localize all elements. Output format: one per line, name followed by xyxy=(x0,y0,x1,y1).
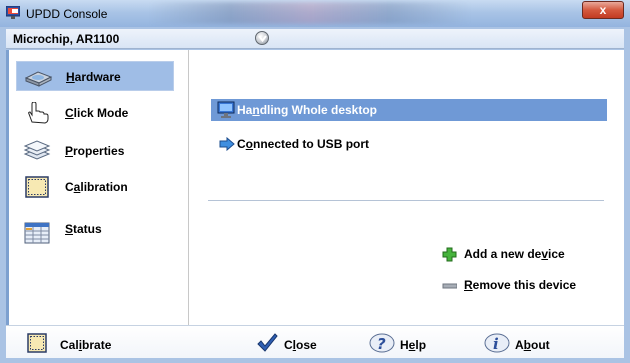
svg-text:?: ? xyxy=(377,335,386,353)
help-button[interactable]: ? Help xyxy=(369,331,449,355)
sidebar-item-click-mode[interactable]: Click Mode xyxy=(16,98,174,128)
minus-icon xyxy=(442,283,457,289)
calibrate-button[interactable]: Calibrate xyxy=(27,331,137,355)
chevron-down-icon[interactable] xyxy=(255,31,269,45)
sidebar-item-label: Calibration xyxy=(65,180,128,194)
desktop-mapping-row[interactable]: Handling Whole desktop xyxy=(211,99,607,121)
help-icon: ? xyxy=(369,333,395,353)
svg-text:i: i xyxy=(493,335,499,353)
window: UPDD Console x Microchip, AR1100 Hardwar… xyxy=(0,0,630,363)
title-bar-blur xyxy=(150,2,470,24)
checkmark-icon xyxy=(257,333,278,352)
device-selector[interactable]: Microchip, AR1100 xyxy=(6,29,624,49)
close-label: Close xyxy=(284,338,317,352)
calibrate-label: Calibrate xyxy=(60,338,112,352)
remove-device-label: Remove this device xyxy=(464,278,577,292)
about-label: About xyxy=(515,338,550,352)
info-icon: i xyxy=(484,333,510,353)
sidebar: Hardware Click Mode Properties Calibrati… xyxy=(6,50,189,325)
usb-port-label: Connected to USB port xyxy=(237,137,370,151)
sidebar-item-properties[interactable]: Properties xyxy=(16,136,174,166)
about-button[interactable]: i About xyxy=(484,331,564,355)
close-icon: x xyxy=(599,3,607,17)
hardware-pane: Handling Whole desktop Connected to USB … xyxy=(190,50,624,325)
sidebar-item-label: Status xyxy=(65,222,102,236)
sidebar-item-status[interactable]: Status xyxy=(16,218,174,248)
calibration-icon xyxy=(25,176,49,198)
sidebar-item-label: Click Mode xyxy=(65,106,129,120)
plus-icon xyxy=(442,247,457,262)
sidebar-item-calibration[interactable]: Calibration xyxy=(16,172,174,202)
hardware-icon xyxy=(24,71,53,87)
usb-port-row[interactable]: Connected to USB port xyxy=(211,134,511,154)
close-window-button[interactable]: x xyxy=(582,1,624,19)
sidebar-item-label: Properties xyxy=(65,144,125,158)
status-grid-icon xyxy=(24,222,50,244)
help-label: Help xyxy=(400,338,427,352)
sidebar-edge xyxy=(6,50,9,325)
close-button[interactable]: Close xyxy=(256,331,346,355)
hand-pointer-icon xyxy=(28,102,49,124)
calibration-icon xyxy=(27,333,47,353)
title-bar[interactable]: UPDD Console x xyxy=(0,0,630,27)
monitor-icon xyxy=(217,101,235,118)
device-name: Microchip, AR1100 xyxy=(13,32,120,46)
sidebar-item-label: Hardware xyxy=(66,70,121,84)
bottom-toolbar: Calibrate Close ? Help i About xyxy=(6,325,624,358)
content-panel: Hardware Click Mode Properties Calibrati… xyxy=(6,50,624,325)
divider xyxy=(208,200,604,201)
app-icon xyxy=(6,6,20,19)
remove-device-button[interactable]: Remove this device xyxy=(442,276,612,294)
layers-icon xyxy=(23,140,51,160)
add-device-button[interactable]: Add a new device xyxy=(442,245,612,263)
sidebar-item-hardware[interactable]: Hardware xyxy=(16,61,174,91)
add-device-label: Add a new device xyxy=(464,247,565,261)
window-title: UPDD Console xyxy=(26,7,108,21)
desktop-mapping-label: Handling Whole desktop xyxy=(237,103,378,117)
arrow-right-icon xyxy=(219,137,235,151)
